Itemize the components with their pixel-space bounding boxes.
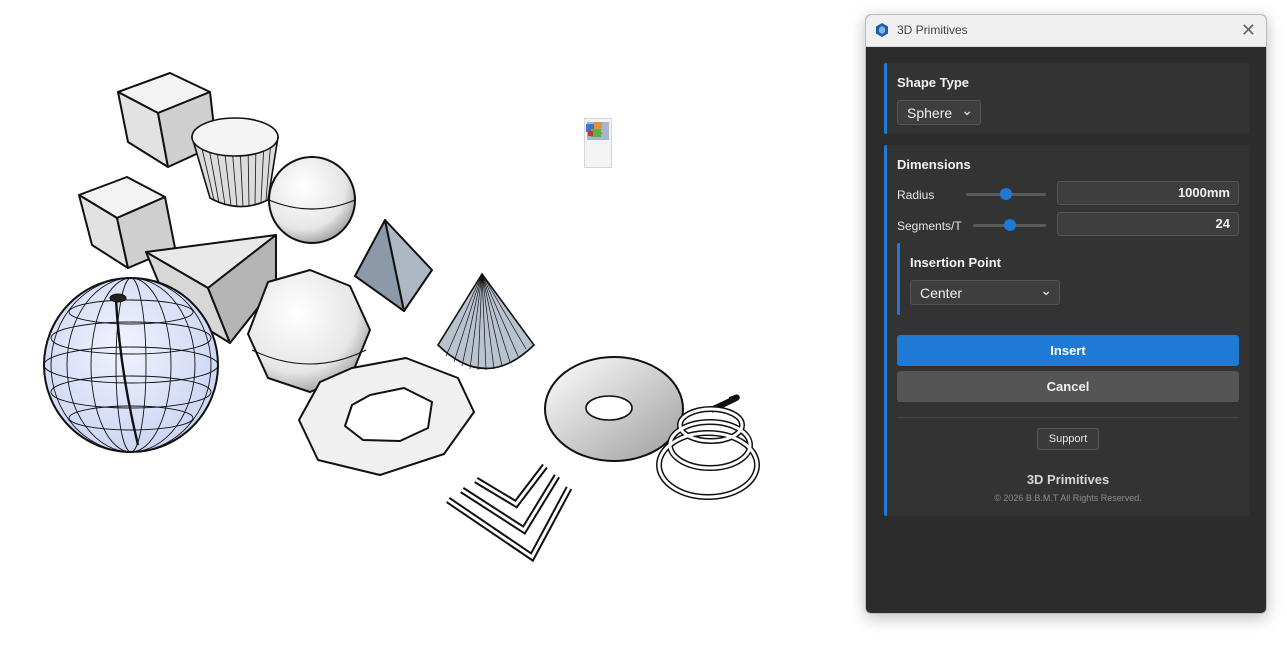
support-button[interactable]: Support bbox=[1037, 428, 1099, 450]
sphere-shape bbox=[268, 156, 356, 244]
segments-slider[interactable] bbox=[973, 219, 1046, 231]
insertion-point-value: Center bbox=[920, 285, 963, 301]
shape-type-label: Shape Type bbox=[897, 75, 970, 90]
cancel-button[interactable]: Cancel bbox=[897, 371, 1239, 402]
cylinder-shape bbox=[190, 117, 279, 208]
segments-slider-thumb[interactable] bbox=[1004, 219, 1016, 231]
insert-button[interactable]: Insert bbox=[897, 335, 1239, 366]
insertion-point-select[interactable]: Center ⌄ bbox=[910, 280, 1060, 305]
radius-label: Radius bbox=[897, 188, 935, 202]
insertion-point-label: Insertion Point bbox=[910, 255, 1001, 270]
radius-slider-thumb[interactable] bbox=[1000, 188, 1012, 200]
insertion-point-section: Insertion Point Center ⌄ bbox=[897, 243, 1239, 315]
globe-shape bbox=[43, 277, 219, 453]
primitives-dialog: 3D Primitives ✕ Shape Type Sphere ⌄ Dime… bbox=[865, 14, 1267, 614]
chevron-down-icon: ⌄ bbox=[961, 102, 973, 118]
dimensions-section: Dimensions Radius 1000mm Segments/T 24 I… bbox=[884, 145, 1249, 516]
mini-toolbar: ✕ bbox=[584, 118, 612, 168]
divider bbox=[897, 417, 1239, 418]
radius-slider[interactable] bbox=[966, 188, 1046, 200]
radius-input[interactable]: 1000mm bbox=[1057, 181, 1239, 205]
dialog-title: 3D Primitives bbox=[897, 23, 968, 37]
segments-input[interactable]: 24 bbox=[1057, 212, 1239, 236]
footer-copyright: © 2026 B.B.M.T All Rights Reserved. bbox=[994, 493, 1142, 503]
model-canvas bbox=[43, 72, 760, 563]
torus-shape bbox=[544, 356, 684, 462]
footer-title: 3D Primitives bbox=[1026, 472, 1110, 487]
model-viewport[interactable]: ✕ bbox=[0, 0, 860, 649]
shape-type-select[interactable]: Sphere ⌄ bbox=[897, 100, 981, 125]
chevron-down-icon: ⌄ bbox=[1040, 282, 1052, 298]
pyramid-shape bbox=[354, 219, 433, 312]
dialog-titlebar: 3D Primitives ✕ bbox=[866, 15, 1266, 47]
cone-shape bbox=[436, 272, 536, 371]
shape-type-value: Sphere bbox=[907, 105, 953, 121]
app-logo-icon bbox=[876, 23, 888, 37]
plugin-icon[interactable] bbox=[585, 119, 605, 139]
dimensions-label: Dimensions bbox=[897, 157, 971, 172]
shape-type-section: Shape Type Sphere ⌄ bbox=[884, 63, 1249, 134]
close-icon[interactable]: ✕ bbox=[1241, 19, 1256, 41]
segments-label: Segments/T bbox=[897, 219, 962, 233]
